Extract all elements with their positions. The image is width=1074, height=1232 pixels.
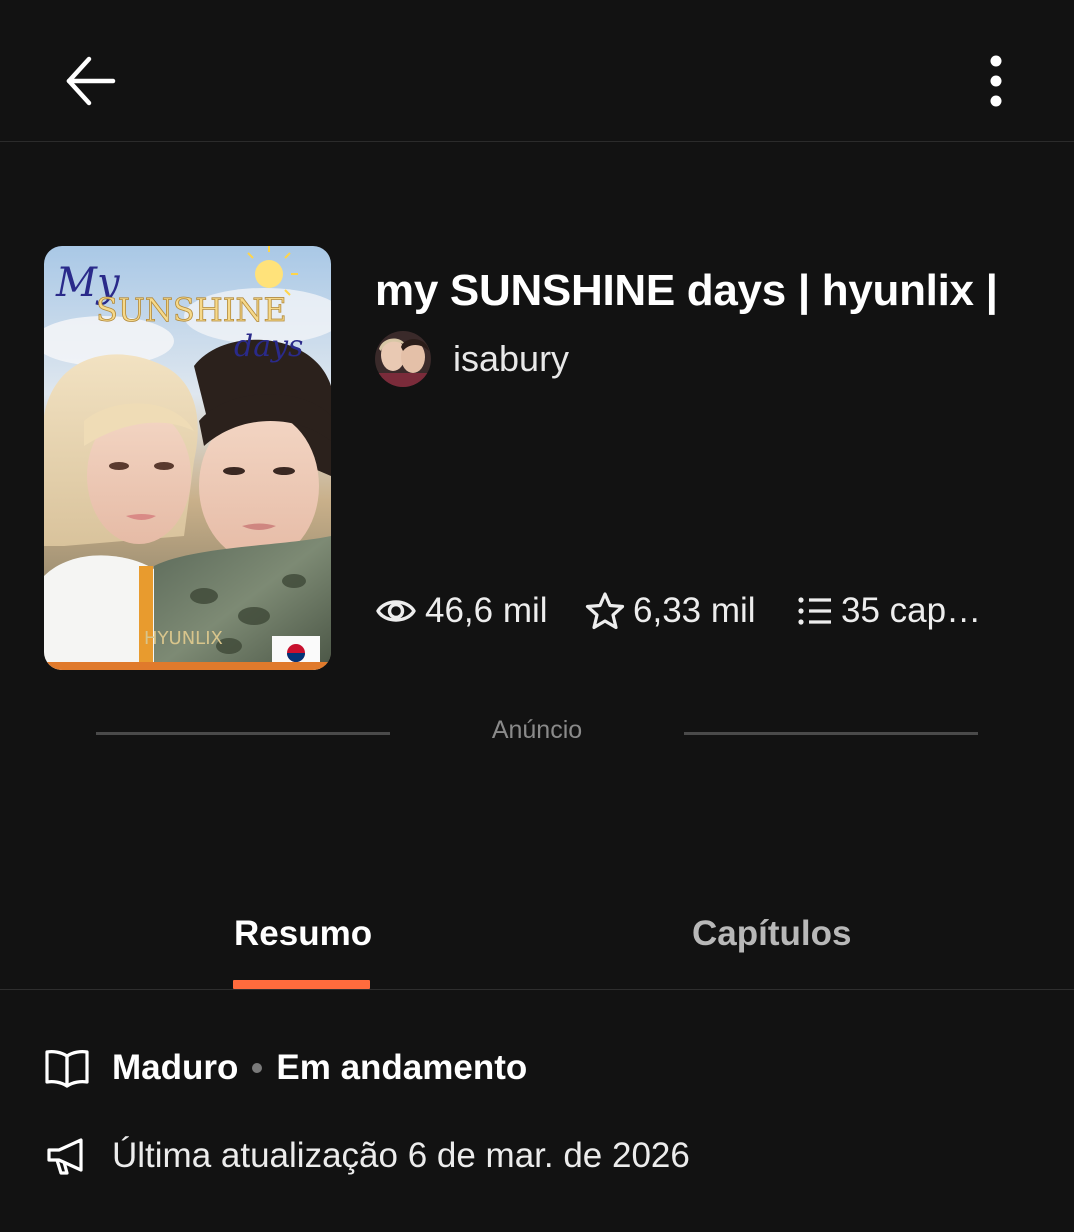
separator-dot xyxy=(252,1063,263,1073)
votes-count: 6,33 mil xyxy=(633,591,756,630)
cover-artwork: My SUNSHINE days HYUNLIX xyxy=(44,246,331,670)
last-update-row: Última atualização 6 de mar. de 2026 xyxy=(44,1126,690,1186)
cover-footer-text: HYUNLIX xyxy=(144,628,223,649)
story-cover-image[interactable]: My SUNSHINE days HYUNLIX xyxy=(44,246,331,670)
rating-label: Maduro xyxy=(112,1048,239,1087)
parts-stat: 35 cap… xyxy=(797,591,997,631)
ad-divider-right xyxy=(684,732,978,735)
parts-count: 35 cap… xyxy=(841,591,982,630)
book-open-icon xyxy=(44,1045,90,1091)
active-tab-indicator xyxy=(233,980,370,989)
tab-capitulos[interactable]: Capítulos xyxy=(692,914,851,954)
votes-stat: 6,33 mil xyxy=(585,591,797,631)
reads-stat: 46,6 mil xyxy=(375,590,585,632)
avatar[interactable] xyxy=(375,331,431,387)
reads-count: 46,6 mil xyxy=(425,591,548,630)
story-tags-row: Maduro Em andamento xyxy=(44,1038,527,1098)
cover-title-main: SUNSHINE xyxy=(96,291,287,329)
eye-icon xyxy=(376,600,416,622)
megaphone-icon xyxy=(44,1133,90,1179)
story-title: my SUNSHINE days | hyunlix | xyxy=(375,266,998,315)
tab-resumo[interactable]: Resumo xyxy=(234,914,372,954)
more-vertical-icon xyxy=(990,55,1002,107)
cover-title-sub: days xyxy=(234,329,303,364)
back-button[interactable] xyxy=(54,46,124,116)
top-app-bar xyxy=(0,0,1074,142)
arrow-left-icon xyxy=(66,56,116,106)
list-icon xyxy=(798,597,831,625)
star-icon xyxy=(585,592,625,630)
story-stats: 46,6 mil 6,33 mil 35 cap… xyxy=(375,586,997,636)
ad-label: Anúncio xyxy=(491,716,583,744)
tab-bar: Resumo Capítulos xyxy=(0,900,1074,990)
author-name[interactable]: isabury xyxy=(453,338,569,380)
more-options-button[interactable] xyxy=(966,46,1026,116)
status-label: Em andamento xyxy=(276,1048,528,1087)
last-update-text: Última atualização 6 de mar. de 2026 xyxy=(112,1136,690,1175)
story-details-screen: My SUNSHINE days HYUNLIX my SUNSHINE day… xyxy=(0,0,1074,1232)
author-row[interactable]: isabury xyxy=(375,330,569,388)
ad-divider-left xyxy=(96,732,390,735)
